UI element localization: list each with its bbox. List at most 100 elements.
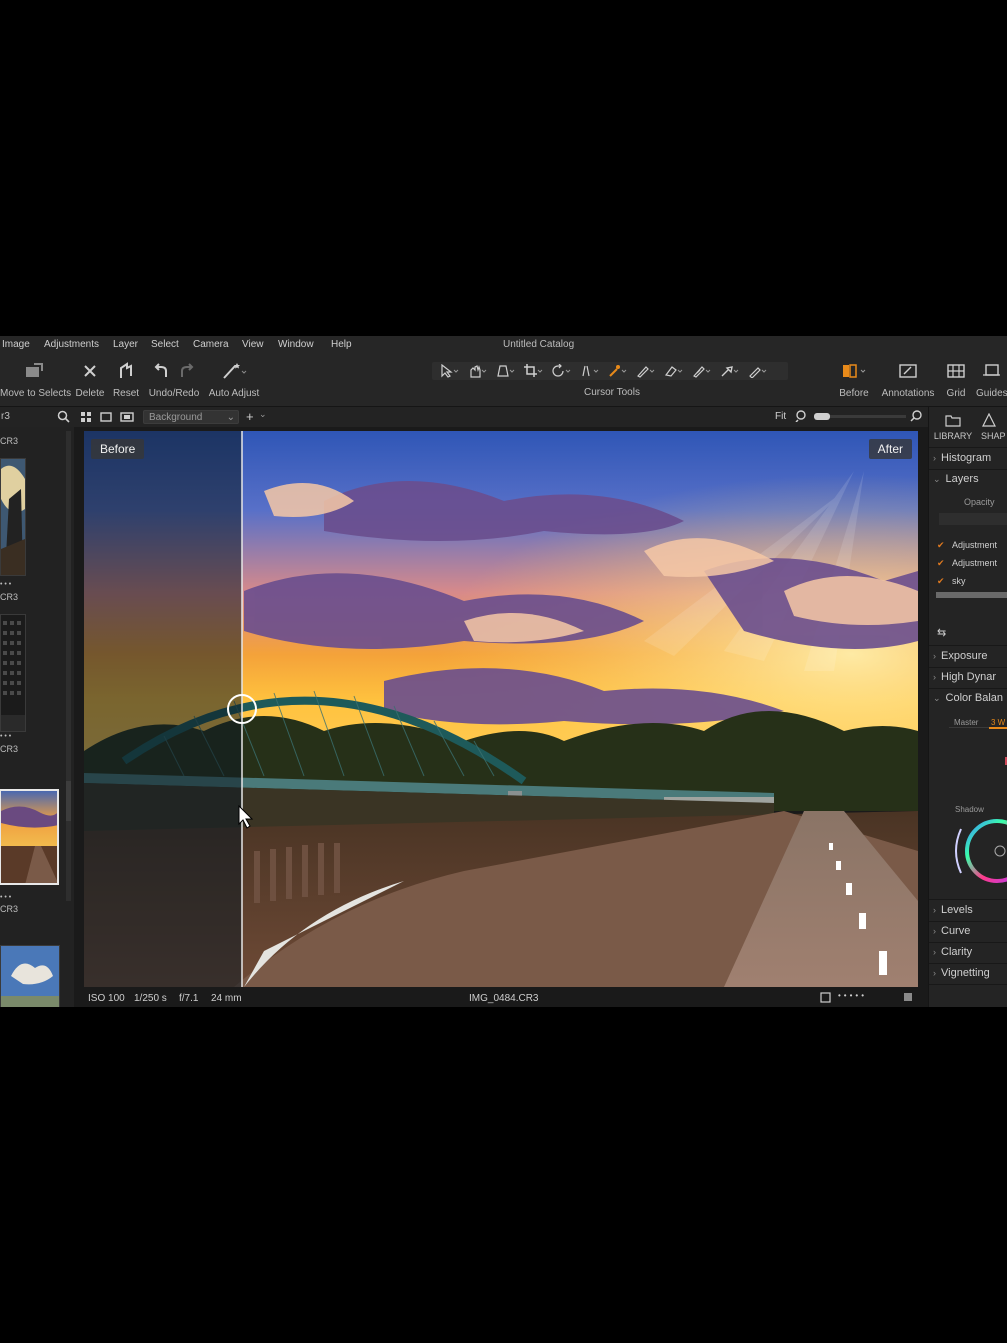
compare-view-icon[interactable]	[120, 411, 134, 426]
check-icon[interactable]: ✔	[937, 577, 945, 586]
collection-label: r3	[1, 411, 10, 422]
keystone-icon[interactable]	[496, 364, 516, 383]
menu-help[interactable]: Help	[331, 339, 352, 350]
rating-dots-icon[interactable]: •••••	[838, 991, 867, 1000]
check-icon[interactable]: ✔	[937, 559, 945, 568]
search-icon[interactable]	[57, 410, 70, 426]
chevron-right-icon: ›	[933, 672, 936, 682]
histogram-section[interactable]: › Histogram	[933, 452, 991, 464]
pan-hand-icon[interactable]	[468, 364, 488, 383]
viewer-toolbar: r3 Background ⌄ + ⌄ Fit	[0, 407, 928, 427]
reset-icon	[120, 362, 132, 378]
menu-layer[interactable]: Layer	[113, 339, 138, 350]
chevron-down-icon: ⌄	[226, 412, 235, 423]
add-layer-chevron-icon[interactable]: ⌄	[259, 409, 267, 420]
filmstrip-thumb-1[interactable]	[0, 458, 26, 576]
three-way-tab[interactable]: 3 W	[991, 718, 1005, 727]
layer-item-2[interactable]: ✔ Adjustment	[937, 558, 997, 568]
guides-button[interactable]: Guides	[976, 360, 1007, 399]
auto-adjust-button[interactable]: Auto Adjust	[206, 360, 262, 399]
perspective-icon[interactable]	[580, 364, 600, 383]
zoom-fit-label[interactable]: Fit	[775, 411, 786, 422]
vignetting-section[interactable]: › Vignetting	[933, 967, 990, 979]
sunset-bridge-photo	[84, 431, 918, 987]
vignetting-label: Vignetting	[941, 967, 990, 979]
filmstrip-thumb-2[interactable]	[0, 614, 26, 732]
high-dynamic-section[interactable]: › High Dynar	[933, 671, 996, 683]
filmstrip-scrollbar[interactable]	[66, 431, 71, 901]
check-icon[interactable]: ✔	[937, 541, 945, 550]
filmstrip-thumb-4[interactable]	[0, 945, 60, 1007]
menu-camera[interactable]: Camera	[193, 339, 229, 350]
clarity-section[interactable]: › Clarity	[933, 946, 972, 958]
tab-library[interactable]: LIBRARY	[933, 413, 973, 441]
before-after-icon	[843, 364, 866, 378]
high-dynamic-label: High Dynar	[941, 671, 997, 683]
layer-name-2: Adjustment	[952, 558, 998, 568]
undo-redo-button[interactable]: Undo/Redo	[146, 360, 202, 399]
zoom-slider-handle[interactable]	[814, 413, 830, 420]
filmstrip: CR3 • • • CR3 • • • CR3 • • • CR3	[0, 427, 74, 1007]
filmstrip-label-2: CR3	[0, 592, 19, 602]
grid-button[interactable]: Grid	[942, 360, 970, 399]
gradient-mask-icon[interactable]	[692, 364, 712, 383]
add-layer-icon[interactable]: +	[246, 409, 254, 424]
zoom-out-icon[interactable]	[795, 410, 807, 425]
zoom-slider[interactable]	[814, 413, 906, 420]
focus-mask-icon[interactable]	[820, 992, 831, 1006]
layer-select-dropdown[interactable]: Background ⌄	[143, 410, 239, 424]
menu-image[interactable]: Image	[2, 339, 30, 350]
chevron-right-icon: ›	[933, 651, 936, 661]
before-after-button[interactable]: Before	[834, 360, 874, 399]
move-to-selects-label: Move to Selects	[0, 388, 72, 399]
layer-item-background-selected[interactable]	[936, 592, 1007, 598]
layer-item-3[interactable]: ✔ sky	[937, 576, 966, 586]
levels-section[interactable]: › Levels	[933, 904, 973, 916]
chevron-down-icon: ⌄	[933, 474, 941, 484]
zoom-in-icon[interactable]	[910, 410, 922, 425]
select-cursor-icon[interactable]	[440, 363, 460, 383]
menu-adjustments[interactable]: Adjustments	[44, 339, 99, 350]
filmstrip-thumb-selected[interactable]	[0, 789, 59, 885]
shadow-color-wheel[interactable]	[951, 817, 1007, 883]
levels-label: Levels	[941, 904, 973, 916]
delete-button[interactable]: Delete	[74, 360, 106, 399]
image-viewer[interactable]: Before After ISO 100 1/250 s f/7.1 24 mm…	[74, 427, 928, 1007]
color-balance-section[interactable]: ⌄ Color Balan	[933, 692, 1003, 704]
layer-item-1[interactable]: ✔ Adjustment	[937, 540, 997, 550]
opacity-slider[interactable]	[939, 513, 1007, 525]
swap-icon[interactable]: ⇆	[937, 626, 946, 639]
menu-select[interactable]: Select	[151, 339, 179, 350]
layer-select-value: Background	[149, 412, 203, 423]
annotations-icon	[899, 364, 917, 378]
histogram-label: Histogram	[941, 452, 992, 464]
grid-view-icon[interactable]	[80, 411, 92, 426]
layers-section[interactable]: ⌄ Layers	[933, 473, 979, 485]
single-view-icon[interactable]	[100, 411, 112, 426]
chevron-right-icon: ›	[933, 905, 936, 915]
delete-label: Delete	[75, 388, 105, 399]
color-tag-icon[interactable]	[903, 992, 913, 1005]
exposure-section[interactable]: › Exposure	[933, 650, 987, 662]
menu-view[interactable]: View	[242, 339, 264, 350]
rotate-icon[interactable]	[552, 363, 572, 383]
filmstrip-scroll-thumb[interactable]	[66, 781, 71, 821]
move-to-selects-button[interactable]: Move to Selects	[0, 360, 72, 399]
clone-stamp-icon[interactable]	[720, 364, 740, 383]
annotations-button[interactable]: Annotations	[880, 360, 936, 399]
eraser-icon[interactable]	[664, 364, 684, 383]
menu-window[interactable]: Window	[278, 339, 314, 350]
curve-label: Curve	[941, 925, 971, 937]
picker-icon[interactable]	[748, 364, 768, 383]
crop-icon[interactable]	[524, 364, 544, 383]
before-label: Before	[839, 388, 869, 399]
tab-shape[interactable]: SHAP	[981, 412, 1007, 441]
master-tab[interactable]: Master	[954, 718, 978, 727]
magic-brush-icon[interactable]	[608, 364, 628, 383]
photo-canvas[interactable]: Before After	[84, 431, 918, 987]
brush-icon[interactable]	[636, 364, 656, 383]
filmstrip-label-3: CR3	[0, 744, 19, 754]
reset-button[interactable]: Reset	[112, 360, 140, 399]
layers-label: Layers	[945, 473, 979, 485]
curve-section[interactable]: › Curve	[933, 925, 970, 937]
